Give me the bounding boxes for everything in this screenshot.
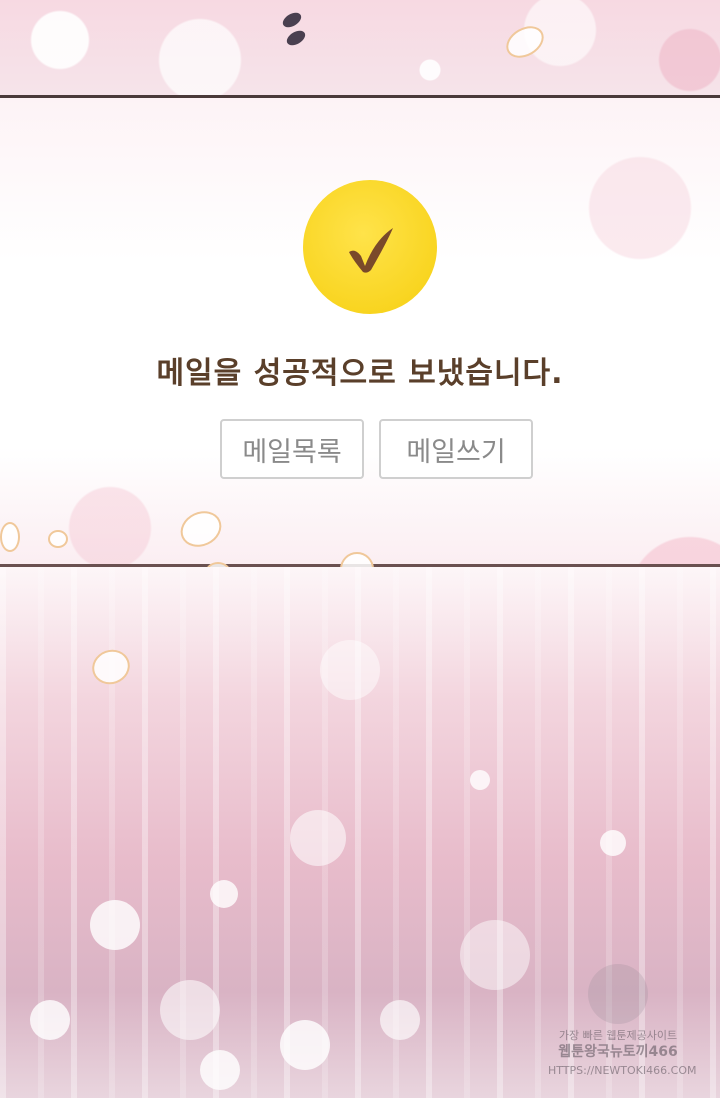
bokeh-light [380, 1000, 420, 1040]
mail-write-button[interactable]: 메일쓰기 [379, 419, 533, 479]
top-background [0, 0, 720, 97]
bokeh-light [200, 1050, 240, 1090]
checkmark-icon [349, 228, 393, 273]
success-dialog-panel [0, 95, 720, 567]
petal-decoration [48, 530, 68, 548]
decorative-dots [280, 9, 308, 50]
petal-decoration [0, 522, 20, 552]
success-check-icon [303, 180, 437, 314]
bokeh-light [30, 1000, 70, 1040]
watermark-tagline: 가장 빠른 웹툰제공사이트 [558, 1028, 678, 1042]
site-watermark: 가장 빠른 웹툰제공사이트 웹툰왕국뉴토끼466 HTTPS://NEWTOKI… [548, 963, 697, 1078]
success-message: 메일을 성공적으로 보냈습니다. [156, 356, 564, 391]
bokeh-light [320, 640, 380, 700]
bokeh-light [280, 1020, 330, 1070]
bokeh-light [470, 770, 490, 790]
bokeh-light [160, 980, 220, 1040]
bokeh-light [290, 810, 346, 866]
watermark-site-name: 웹툰왕국뉴토끼466 [558, 1044, 678, 1061]
watermark-url: HTTPS://NEWTOKI466.COM [548, 1063, 697, 1077]
mascot-logo [588, 963, 648, 1024]
bokeh-light [600, 830, 626, 856]
bokeh-light [90, 900, 140, 950]
mail-list-button[interactable]: 메일목록 [220, 419, 364, 479]
bokeh-light [210, 880, 238, 908]
bokeh-light [460, 920, 530, 990]
